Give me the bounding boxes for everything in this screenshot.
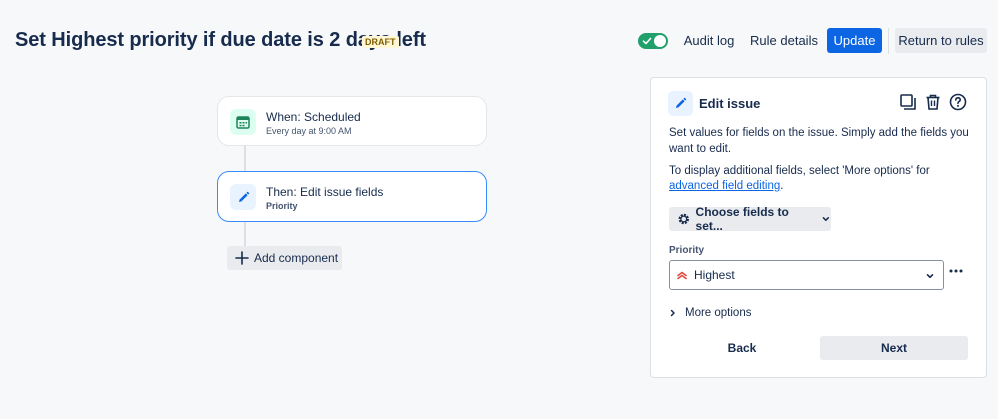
pencil-icon — [230, 184, 256, 210]
action-subtitle: Priority — [266, 201, 298, 211]
check-icon — [642, 37, 652, 45]
advanced-field-editing-link[interactable]: advanced field editing — [669, 180, 780, 192]
more-actions-icon[interactable] — [948, 267, 964, 275]
flow-connector — [244, 222, 246, 246]
add-component-button[interactable]: Add component — [227, 246, 342, 270]
action-card[interactable]: Then: Edit issue fields Priority — [217, 171, 487, 222]
audit-log-button[interactable]: Audit log — [680, 28, 738, 53]
trigger-subtitle: Every day at 9:00 AM — [266, 126, 352, 136]
header-divider — [888, 28, 889, 54]
rule-enabled-toggle[interactable] — [638, 33, 668, 49]
panel-additional-text: To display additional fields, select 'Mo… — [669, 164, 969, 194]
gear-icon — [678, 213, 689, 225]
panel-description: Set values for fields on the issue. Simp… — [669, 127, 969, 155]
toggle-knob — [654, 35, 666, 47]
trigger-title: When: Scheduled — [266, 110, 361, 124]
back-button[interactable]: Back — [669, 336, 815, 360]
pencil-icon — [668, 91, 693, 116]
priority-field-label: Priority — [669, 245, 705, 256]
edit-issue-panel: Edit issue Set values for fields on the … — [650, 77, 987, 378]
additional-text: To display additional fields, select 'Mo… — [669, 165, 930, 177]
help-icon[interactable] — [949, 93, 967, 111]
calendar-icon — [230, 109, 256, 135]
update-button[interactable]: Update — [827, 28, 882, 53]
trigger-card[interactable]: When: Scheduled Every day at 9:00 AM — [217, 96, 487, 146]
action-title: Then: Edit issue fields — [266, 185, 384, 199]
trash-icon[interactable] — [924, 93, 942, 111]
more-options-label: More options — [685, 307, 752, 319]
plus-icon — [235, 251, 249, 265]
rule-details-button[interactable]: Rule details — [748, 28, 820, 53]
more-options-toggle[interactable]: More options — [669, 307, 751, 319]
status-badge: DRAFT — [362, 36, 399, 48]
choose-fields-button[interactable]: Choose fields to set... — [669, 205, 831, 233]
chevron-right-icon — [670, 309, 675, 317]
choose-fields-label: Choose fields to set... — [695, 205, 789, 233]
chevron-down-icon — [822, 217, 830, 222]
priority-value: Highest — [694, 268, 735, 282]
add-component-label: Add component — [254, 251, 339, 265]
link-suffix: . — [780, 180, 784, 192]
chevron-down-icon — [926, 274, 934, 279]
priority-highest-icon — [677, 271, 687, 280]
panel-title: Edit issue — [699, 96, 761, 111]
next-button[interactable]: Next — [820, 336, 968, 360]
panel-actions — [899, 93, 967, 111]
return-to-rules-button[interactable]: Return to rules — [895, 28, 987, 53]
rule-header: Set Highest priority if due date is 2 da… — [0, 0, 998, 80]
priority-select[interactable]: Highest — [669, 260, 944, 290]
flow-connector — [244, 146, 246, 171]
copy-icon[interactable] — [899, 93, 917, 111]
